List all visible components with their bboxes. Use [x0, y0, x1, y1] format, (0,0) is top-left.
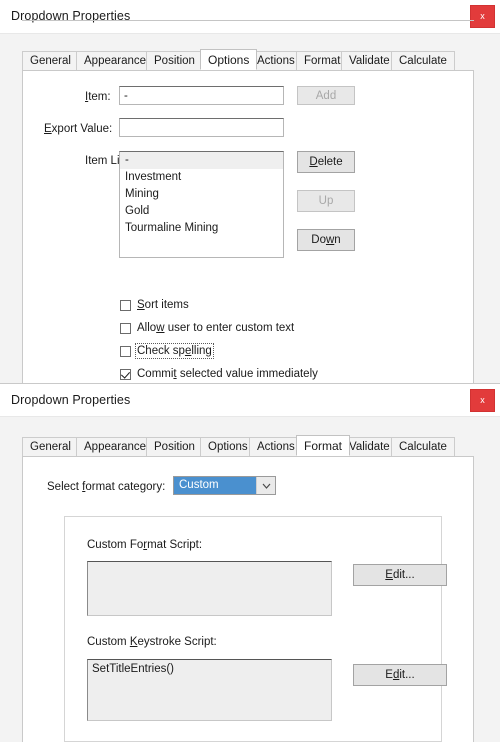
tab-general[interactable]: General — [22, 437, 79, 456]
list-item[interactable]: Investment — [120, 169, 283, 186]
keystroke-script-edit-label: Edit... — [385, 669, 415, 681]
list-item[interactable]: Gold — [120, 203, 283, 220]
tab-appearance[interactable]: Appearance — [76, 51, 155, 70]
tab-position[interactable]: Position — [146, 51, 203, 70]
down-button-label: Down — [311, 234, 341, 246]
chevron-down-icon[interactable] — [256, 477, 275, 494]
list-item[interactable]: - — [120, 152, 283, 169]
titlebar-format: Dropdown Properties x — [0, 384, 500, 417]
checkbox-row-allow-custom-text[interactable]: Allow user to enter custom text — [120, 320, 294, 336]
tab-format[interactable]: Format — [296, 435, 351, 456]
format-tab-panel: Select format category: Custom Custom Fo… — [22, 456, 474, 742]
format-script-edit-button[interactable]: Edit... — [353, 564, 447, 586]
checkbox-row-sort-items[interactable]: Sort items — [120, 297, 189, 313]
delete-button[interactable]: Delete — [297, 151, 355, 173]
tab-actions[interactable]: Actions — [249, 437, 303, 456]
check-spelling-checkbox[interactable] — [120, 345, 131, 357]
add-button[interactable]: Add — [297, 86, 355, 105]
sort-items-label: Sort items — [137, 299, 189, 311]
custom-scripts-groupbox: Custom Format Script: Edit... Custom Key… — [64, 516, 447, 742]
checkbox-row-check-spelling[interactable]: Check spelling — [120, 343, 214, 359]
options-tab-panel: Item: Add Export Value: Item List: - Inv… — [22, 70, 474, 383]
tab-options[interactable]: Options — [200, 49, 258, 70]
close-icon[interactable]: x — [470, 5, 495, 28]
dialog-title: Dropdown Properties — [11, 393, 131, 407]
commit-immediately-checkbox[interactable] — [120, 368, 131, 380]
format-category-value: Custom — [174, 477, 256, 494]
item-label: Item: — [85, 91, 111, 103]
commit-immediately-label: Commit selected value immediately — [137, 368, 318, 380]
delete-button-label: Delete — [309, 156, 343, 168]
export-value-label: Export Value: — [44, 123, 113, 135]
dropdown-properties-dialog-options: Dropdown Properties x General Appearance… — [0, 0, 500, 383]
item-input[interactable] — [119, 86, 284, 105]
up-button[interactable]: Up — [297, 190, 355, 212]
tab-calculate[interactable]: Calculate — [391, 51, 455, 70]
check-spelling-label: Check spelling — [135, 343, 214, 359]
tabstrip-format: General Appearance Position Options Acti… — [22, 435, 477, 456]
list-item[interactable]: Mining — [120, 186, 283, 203]
item-list[interactable]: - Investment Mining Gold Tourmaline Mini… — [119, 151, 284, 258]
titlebar-options: Dropdown Properties x — [0, 0, 500, 34]
allow-custom-text-label: Allow user to enter custom text — [137, 322, 295, 334]
tab-calculate[interactable]: Calculate — [391, 437, 455, 456]
close-icon[interactable]: x — [470, 389, 495, 412]
tab-options[interactable]: Options — [200, 437, 256, 456]
custom-keystroke-script-label: Custom Keystroke Script: — [87, 636, 217, 648]
custom-format-script-label: Custom Format Script: — [87, 539, 203, 551]
down-button[interactable]: Down — [297, 229, 355, 251]
keystroke-script-edit-button[interactable]: Edit... — [353, 664, 447, 686]
select-format-category-label: Select format category: — [47, 481, 166, 493]
custom-format-script-box[interactable] — [87, 561, 332, 616]
tabstrip-baseline — [22, 20, 474, 21]
export-value-input[interactable] — [119, 118, 284, 137]
list-item[interactable]: Tourmaline Mining — [120, 220, 283, 237]
format-script-edit-label: Edit... — [385, 569, 415, 581]
allow-custom-text-checkbox[interactable] — [120, 322, 131, 334]
tab-general[interactable]: General — [22, 51, 79, 70]
dropdown-properties-dialog-format: Dropdown Properties x General Appearance… — [0, 383, 500, 742]
tab-appearance[interactable]: Appearance — [76, 437, 155, 456]
custom-keystroke-script-box[interactable]: SetTitleEntries() — [87, 659, 332, 721]
sort-items-checkbox[interactable] — [120, 299, 131, 311]
format-category-select[interactable]: Custom — [173, 476, 276, 495]
checkbox-row-commit-immediately[interactable]: Commit selected value immediately — [120, 366, 318, 382]
tabstrip-options: General Appearance Position Options Acti… — [22, 49, 477, 70]
tab-validate[interactable]: Validate — [341, 51, 398, 70]
tab-position[interactable]: Position — [146, 437, 203, 456]
